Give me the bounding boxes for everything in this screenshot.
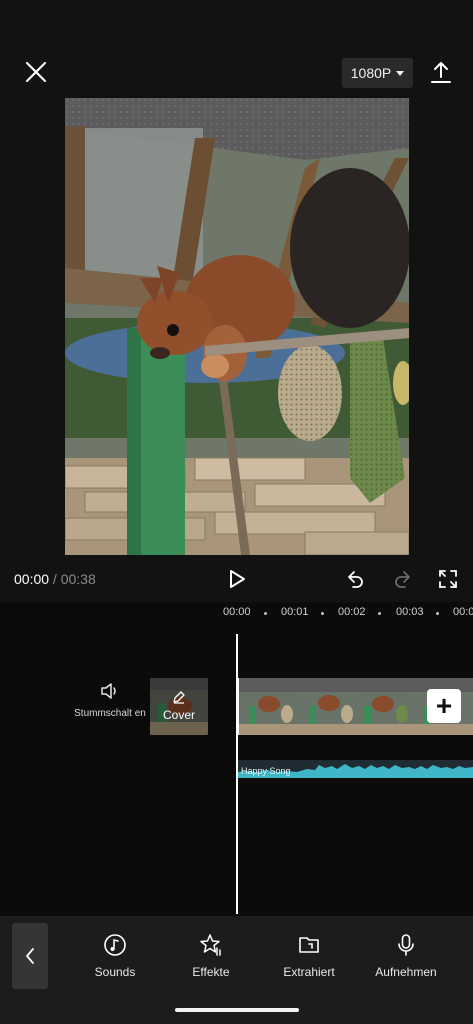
timeline-tick: 00:0 xyxy=(453,606,473,618)
add-clip-button[interactable]: + xyxy=(427,689,461,723)
music-note-icon xyxy=(104,934,126,956)
toolbar-extracted-button[interactable]: Extrahiert xyxy=(269,933,349,979)
timeline-dot xyxy=(321,612,324,615)
audio-track-label: Happy Song xyxy=(241,766,291,776)
timeline-tick: 00:03 xyxy=(396,606,424,618)
total-duration: 00:38 xyxy=(60,571,96,587)
caret-down-icon xyxy=(396,70,405,76)
current-time: 00:00 xyxy=(14,571,50,587)
resolution-label: 1080P xyxy=(350,65,392,81)
speaker-icon xyxy=(101,683,116,699)
folder-extract-icon xyxy=(299,937,319,953)
timeline-tick: 00:00 xyxy=(223,606,251,618)
microphone-icon xyxy=(398,934,414,956)
play-button[interactable] xyxy=(226,568,248,590)
undo-button[interactable] xyxy=(344,568,366,590)
chevron-left-icon xyxy=(26,948,34,964)
toolbar-record-button[interactable]: Aufnehmen xyxy=(366,933,446,979)
toolbar-label: Effekte xyxy=(192,965,230,979)
undo-icon xyxy=(348,571,363,588)
redo-button[interactable] xyxy=(392,568,414,590)
timeline-tick: 00:01 xyxy=(281,606,309,618)
video-preview[interactable] xyxy=(65,98,409,555)
playhead[interactable] xyxy=(236,634,238,914)
timeline-dot xyxy=(378,612,381,615)
home-indicator[interactable] xyxy=(175,1008,299,1012)
toolbar-effects-button[interactable]: Effekte xyxy=(171,933,251,979)
close-icon xyxy=(25,61,47,83)
resolution-dropdown[interactable]: 1080P xyxy=(342,58,413,88)
toolbar-label: Aufnehmen xyxy=(375,965,437,979)
timeline-dot xyxy=(264,612,267,615)
mute-label: Stummschalt en xyxy=(74,708,146,719)
export-icon xyxy=(431,62,451,83)
fullscreen-button[interactable] xyxy=(437,568,459,590)
toolbar-label: Extrahiert xyxy=(283,965,335,979)
toolbar-label: Sounds xyxy=(94,965,136,979)
star-effects-icon xyxy=(200,934,221,956)
close-button[interactable] xyxy=(22,58,50,86)
timeline-tick: 00:02 xyxy=(338,606,366,618)
cover-label: Cover xyxy=(162,708,195,722)
play-icon xyxy=(230,570,245,588)
fullscreen-icon xyxy=(439,570,457,588)
export-button[interactable] xyxy=(428,60,454,86)
time-separator: / xyxy=(49,571,61,587)
timeline-dot xyxy=(436,612,439,615)
edit-pencil-icon xyxy=(172,690,186,709)
redo-icon xyxy=(395,571,410,588)
preview-frame-image xyxy=(65,98,409,555)
back-button[interactable] xyxy=(12,923,48,989)
playback-time: 00:00 / 00:38 xyxy=(14,571,96,587)
mute-clip-audio-button[interactable]: Stummschalt en xyxy=(74,682,146,720)
toolbar-sounds-button[interactable]: Sounds xyxy=(75,933,155,979)
